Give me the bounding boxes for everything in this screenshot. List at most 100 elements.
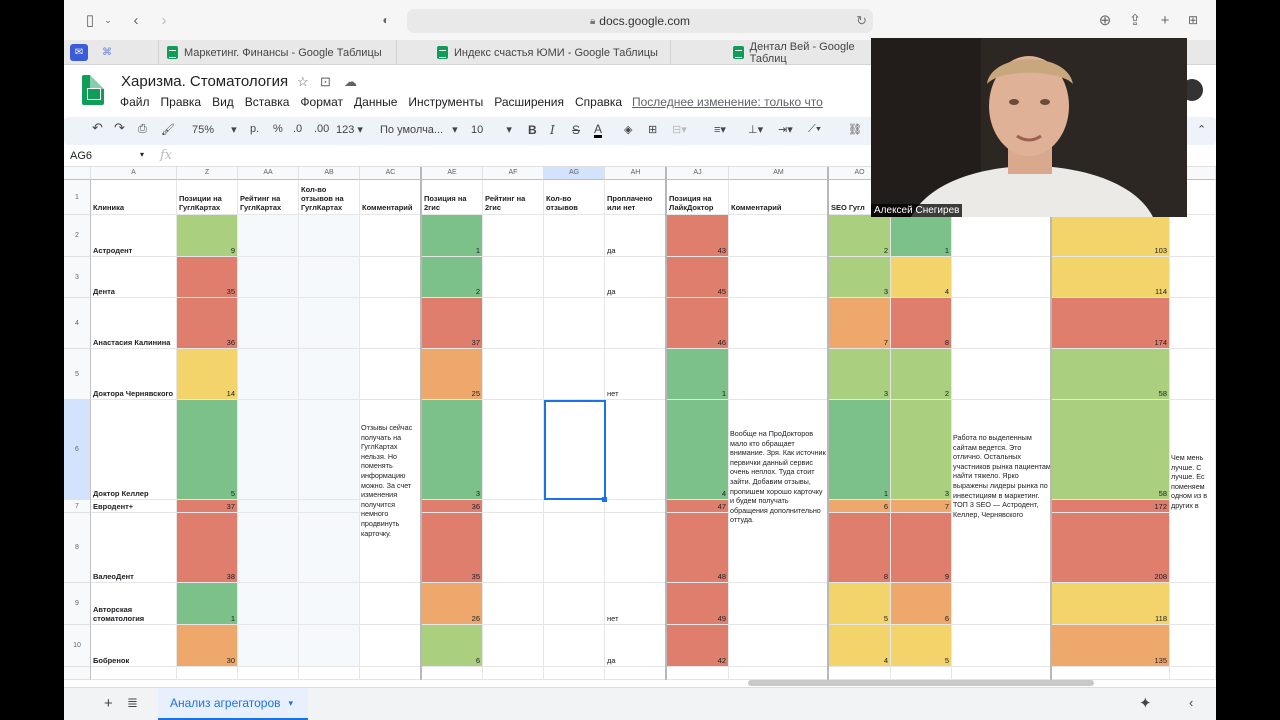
strikethrough-icon[interactable]: S — [572, 123, 580, 137]
move-folder-icon[interactable]: ⊡ — [320, 74, 331, 90]
doc-title[interactable]: Харизма. Стоматология — [121, 73, 288, 90]
2gis-reviews-cell[interactable] — [544, 298, 605, 349]
clinic-name-cell[interactable]: Бобренок — [91, 625, 177, 667]
header-cell[interactable]: Позиции на ГуглКартах — [177, 180, 238, 215]
2gis-reviews-cell[interactable] — [544, 215, 605, 257]
google-reviews-cell[interactable] — [299, 298, 360, 349]
2gis-rating-cell[interactable] — [483, 298, 544, 349]
text-wrap-icon[interactable]: ⇥▾ — [778, 123, 793, 136]
google-rating-cell[interactable] — [238, 349, 299, 400]
collapse-sidebar-icon[interactable]: ‹ — [1189, 695, 1193, 710]
print-icon[interactable]: ⎙ — [138, 123, 147, 136]
seo-cell[interactable]: 5 — [829, 583, 891, 625]
google-rating-cell[interactable] — [238, 400, 299, 500]
2gis-position-cell[interactable]: 1 — [422, 215, 483, 257]
column-header[interactable]: AB — [299, 167, 360, 180]
menu-extensions[interactable]: Расширения — [494, 95, 564, 109]
seo-total-cell[interactable]: 172 — [1052, 500, 1170, 513]
comment-cell[interactable] — [729, 257, 829, 298]
star-icon[interactable]: ☆ — [297, 74, 309, 90]
clinic-name-cell[interactable]: Евродент+ — [91, 500, 177, 513]
seo-cell[interactable]: 3 — [829, 349, 891, 400]
seo-total-cell[interactable]: 58 — [1052, 400, 1170, 500]
menu-help[interactable]: Справка — [575, 95, 622, 109]
google-position-cell[interactable]: 9 — [177, 215, 238, 257]
paid-cell[interactable]: да — [605, 257, 667, 298]
paid-cell[interactable]: да — [605, 215, 667, 257]
likedoctor-position-cell[interactable]: 49 — [667, 583, 729, 625]
clinic-name-cell[interactable]: Дента — [91, 257, 177, 298]
paid-cell[interactable] — [605, 400, 667, 500]
row-header[interactable]: 2 — [64, 215, 91, 257]
header-cell[interactable]: Кол-во отзывов — [544, 180, 605, 215]
header-cell[interactable]: Комментарий — [729, 180, 829, 215]
collapse-toolbar-icon[interactable]: ⌃ — [1197, 123, 1206, 136]
comment-cell[interactable] — [360, 215, 422, 257]
italic-icon[interactable]: I — [550, 123, 555, 137]
menu-insert[interactable]: Вставка — [245, 95, 290, 109]
undo-icon[interactable]: ↶ — [92, 120, 103, 136]
comment-cell[interactable] — [952, 257, 1052, 298]
comment-cell[interactable] — [1170, 583, 1216, 625]
2gis-position-cell[interactable]: 36 — [422, 500, 483, 513]
text-rotation-icon[interactable]: ⟋▾ — [808, 123, 821, 136]
menu-format[interactable]: Формат — [300, 95, 343, 109]
row-header[interactable]: 6 — [64, 400, 91, 500]
tab-dental-way[interactable]: Дентал Вей - Google Таблиц — [670, 40, 890, 65]
link-icon[interactable]: ⛓︎ — [848, 123, 862, 136]
seo-cell[interactable]: 4 — [829, 625, 891, 667]
pinned-tab-icon[interactable]: ⌘ — [98, 44, 116, 61]
comment-cell[interactable] — [729, 215, 829, 257]
column-header[interactable]: AH — [605, 167, 667, 180]
2gis-position-cell[interactable]: 37 — [422, 298, 483, 349]
seo-cell[interactable]: 2 — [829, 215, 891, 257]
merge-cells-icon[interactable]: ⊟▾ — [672, 123, 687, 136]
back-icon[interactable]: ‹ — [128, 10, 144, 30]
comment-cell[interactable] — [952, 349, 1052, 400]
chevron-down-icon[interactable]: ⌄ — [102, 10, 114, 30]
google-rating-cell[interactable] — [238, 583, 299, 625]
sheet-tab-active[interactable]: Анализ агрегаторов ▾ — [158, 688, 308, 720]
2gis-reviews-cell[interactable] — [544, 625, 605, 667]
paid-cell[interactable]: нет — [605, 349, 667, 400]
seo-cell[interactable]: 7 — [891, 500, 952, 513]
seo-total-cell[interactable]: 114 — [1052, 257, 1170, 298]
2gis-position-cell[interactable]: 26 — [422, 583, 483, 625]
google-position-cell[interactable]: 30 — [177, 625, 238, 667]
currency-button[interactable]: р. — [250, 123, 259, 135]
2gis-reviews-cell[interactable] — [544, 349, 605, 400]
forward-icon[interactable]: › — [156, 10, 172, 30]
column-header[interactable]: AC — [360, 167, 422, 180]
header-cell[interactable]: Позиция на ЛайкДоктор — [667, 180, 729, 215]
select-all-corner[interactable] — [64, 167, 91, 180]
paint-format-icon[interactable]: 🖌︎ — [161, 123, 175, 136]
menu-view[interactable]: Вид — [212, 95, 234, 109]
pinned-mail-icon[interactable]: ✉ — [70, 44, 88, 61]
likedoctor-position-cell[interactable]: 45 — [667, 257, 729, 298]
clinic-name-cell[interactable]: Астродент — [91, 215, 177, 257]
font-size-select[interactable]: 10 ▾ — [471, 123, 512, 136]
row-header[interactable]: 1 — [64, 180, 91, 215]
2gis-rating-cell[interactable] — [483, 583, 544, 625]
google-rating-cell[interactable] — [238, 500, 299, 513]
address-bar[interactable]: 🔒︎ docs.google.com ↻ — [407, 9, 873, 33]
increase-decimal-button[interactable]: .00 — [314, 123, 329, 135]
2gis-rating-cell[interactable] — [483, 513, 544, 583]
cloud-status-icon[interactable]: ☁ — [344, 74, 357, 90]
comment-cell[interactable] — [360, 349, 422, 400]
redo-icon[interactable]: ↷ — [114, 120, 125, 136]
fill-color-icon[interactable]: ◈ — [624, 123, 632, 136]
clinic-name-cell[interactable]: ВалеоДент — [91, 513, 177, 583]
reload-icon[interactable]: ↻ — [856, 13, 867, 29]
percent-button[interactable]: % — [273, 123, 283, 135]
tab-marketing-finance[interactable]: Маркетинг. Финансы - Google Таблицы — [158, 40, 396, 65]
selection-handle[interactable] — [602, 497, 607, 502]
likedoctor-position-cell[interactable]: 1 — [667, 349, 729, 400]
seo-total-cell[interactable]: 118 — [1052, 583, 1170, 625]
google-reviews-cell[interactable] — [299, 513, 360, 583]
seo-cell[interactable]: 7 — [829, 298, 891, 349]
seo-total-cell[interactable]: 103 — [1052, 215, 1170, 257]
google-reviews-cell[interactable] — [299, 625, 360, 667]
align-icon[interactable]: ≡▾ — [714, 123, 726, 136]
likedoctor-position-cell[interactable]: 4 — [667, 400, 729, 500]
